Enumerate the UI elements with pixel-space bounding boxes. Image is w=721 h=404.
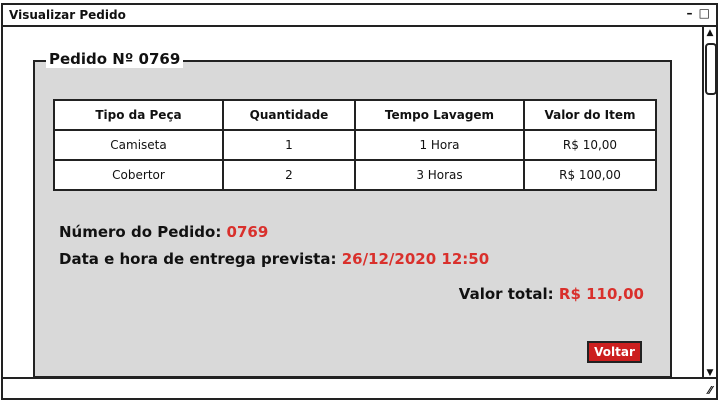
scroll-thumb[interactable]	[705, 43, 717, 95]
order-window: Visualizar Pedido – □ Pedido Nº 0769 Tip…	[1, 3, 718, 400]
table-cell: R$ 10,00	[523, 129, 657, 161]
order-number-value: 0769	[226, 223, 269, 241]
table-row: Cobertor 2 3 Horas R$ 100,00	[53, 159, 657, 191]
table-header-row: Tipo da Peça Quantidade Tempo Lavagem Va…	[53, 99, 657, 131]
table-cell: 2	[222, 159, 356, 191]
delivery-value: 26/12/2020 12:50	[341, 250, 490, 268]
vertical-scrollbar[interactable]: ▲ ▼	[702, 27, 717, 379]
title-bar: Visualizar Pedido – □	[3, 5, 716, 27]
window-controls: – □	[684, 6, 710, 20]
resize-grip-icon[interactable]: ⁄⁄	[708, 384, 712, 397]
delivery-line: Data e hora de entrega prevista: 26/12/2…	[59, 250, 489, 268]
table-cell: 1	[222, 129, 356, 161]
maximize-button[interactable]: □	[699, 6, 710, 20]
column-header: Tempo Lavagem	[354, 99, 525, 131]
order-panel: Pedido Nº 0769 Tipo da Peça Quantidade T…	[33, 50, 672, 378]
table-cell: Camiseta	[53, 129, 224, 161]
minimize-button[interactable]: –	[686, 6, 692, 20]
total-value: R$ 110,00	[558, 285, 644, 303]
delivery-label: Data e hora de entrega prevista:	[59, 250, 337, 268]
order-number-line: Número do Pedido: 0769	[59, 223, 268, 241]
table-cell: Cobertor	[53, 159, 224, 191]
total-label: Valor total:	[458, 285, 554, 303]
order-number-label: Número do Pedido:	[59, 223, 222, 241]
window-title: Visualizar Pedido	[9, 8, 126, 22]
back-button[interactable]: Voltar	[587, 341, 642, 363]
table-row: Camiseta 1 1 Hora R$ 10,00	[53, 129, 657, 161]
scroll-up-icon[interactable]: ▲	[704, 27, 716, 39]
total-line: Valor total: R$ 110,00	[459, 285, 644, 303]
status-bar: ⁄⁄	[3, 377, 716, 398]
column-header: Valor do Item	[523, 99, 657, 131]
table-cell: R$ 100,00	[523, 159, 657, 191]
table-cell: 1 Hora	[354, 129, 525, 161]
panel-title: Pedido Nº 0769	[46, 50, 184, 68]
column-header: Quantidade	[222, 99, 356, 131]
items-table: Tipo da Peça Quantidade Tempo Lavagem Va…	[53, 99, 657, 191]
table-cell: 3 Horas	[354, 159, 525, 191]
column-header: Tipo da Peça	[53, 99, 224, 131]
